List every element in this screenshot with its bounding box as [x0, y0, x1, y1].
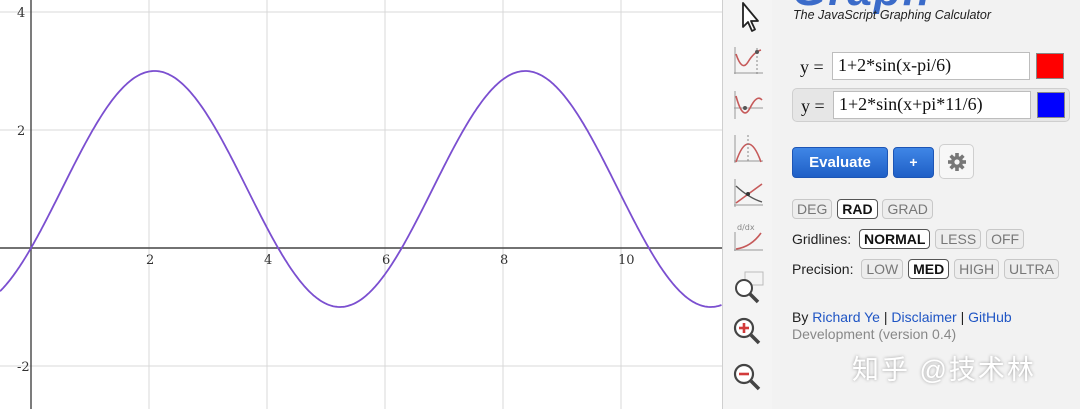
angle-rad-chip[interactable]: RAD	[837, 199, 878, 219]
zoom-in-icon[interactable]	[731, 314, 765, 348]
y-tick-label: -2	[17, 360, 30, 375]
x-tick-label: 2	[146, 253, 154, 268]
equation-label: y =	[801, 96, 825, 116]
precision-med-chip[interactable]: MED	[908, 259, 950, 279]
precision-label: Precision:	[792, 261, 854, 277]
precision-group: Precision: LOW MED HIGH ULTRA	[792, 259, 1060, 281]
x-tick-label: 10	[618, 253, 635, 268]
derivative-icon[interactable]: d/dx	[731, 220, 765, 254]
graph-canvas[interactable]: 2 4 6 8 10 4 2 -2	[0, 0, 722, 409]
equation-label: y =	[800, 57, 824, 77]
zoom-out-icon[interactable]	[731, 360, 765, 394]
root-icon[interactable]	[731, 88, 765, 122]
precision-low-chip[interactable]: LOW	[861, 259, 904, 279]
gridlines-label: Gridlines:	[792, 231, 852, 247]
gridlines-less-chip[interactable]: LESS	[935, 229, 982, 249]
svg-text:d/dx: d/dx	[737, 223, 755, 232]
credits-line: By Richard Ye | Disclaimer | GitHub	[792, 309, 1012, 325]
watermark-text: 知乎 @技术林	[852, 355, 1036, 385]
angle-grad-chip[interactable]: GRAD	[882, 199, 933, 219]
github-link[interactable]: GitHub	[968, 309, 1012, 325]
angle-deg-chip[interactable]: DEG	[792, 199, 833, 219]
tool-sidebar: d/dx	[722, 0, 773, 409]
gridlines-off-chip[interactable]: OFF	[986, 229, 1025, 249]
intersect-icon[interactable]	[731, 176, 765, 210]
pointer-icon[interactable]	[731, 0, 765, 34]
version-text: Development (version 0.4)	[792, 326, 957, 342]
precision-ultra-chip[interactable]: ULTRA	[1004, 259, 1059, 279]
zoom-box-icon[interactable]	[731, 270, 765, 304]
function-curve	[0, 70, 722, 308]
equation-row-1: y = 1+2*sin(x-pi/6)	[792, 50, 1070, 84]
add-equation-button[interactable]: +	[893, 147, 934, 178]
evaluate-button[interactable]: Evaluate	[792, 147, 888, 178]
y-tick-label: 2	[17, 124, 25, 139]
equation-color-swatch-1[interactable]	[1036, 53, 1064, 79]
equation-row-2: y = 1+2*sin(x+pi*11/6)	[792, 88, 1070, 122]
angle-mode-group: DEG RAD GRAD	[792, 199, 934, 221]
x-tick-label: 6	[382, 253, 390, 268]
credits-separator: |	[960, 309, 965, 325]
x-tick-label: 4	[264, 253, 272, 268]
credits-by: By	[792, 309, 809, 325]
gridlines-group: Gridlines: NORMAL LESS OFF	[792, 229, 1025, 251]
x-tick-label: 8	[500, 253, 508, 268]
equation-color-swatch-2[interactable]	[1037, 92, 1065, 118]
equation-input-2[interactable]: 1+2*sin(x+pi*11/6)	[833, 91, 1031, 119]
settings-button[interactable]	[939, 144, 974, 179]
gridlines-normal-chip[interactable]: NORMAL	[859, 229, 931, 249]
extremum-icon[interactable]	[731, 132, 765, 166]
author-link[interactable]: Richard Ye	[812, 309, 880, 325]
disclaimer-link[interactable]: Disclaimer	[891, 309, 956, 325]
app-subtitle: The JavaScript Graphing Calculator	[793, 8, 992, 22]
trace-icon[interactable]	[731, 44, 765, 78]
equation-input-1[interactable]: 1+2*sin(x-pi/6)	[832, 52, 1030, 80]
y-tick-label: 4	[17, 6, 25, 21]
credits-separator: |	[883, 309, 888, 325]
gear-icon	[948, 153, 966, 171]
precision-high-chip[interactable]: HIGH	[954, 259, 1000, 279]
graph-plot[interactable]: 2 4 6 8 10 4 2 -2	[0, 0, 722, 409]
